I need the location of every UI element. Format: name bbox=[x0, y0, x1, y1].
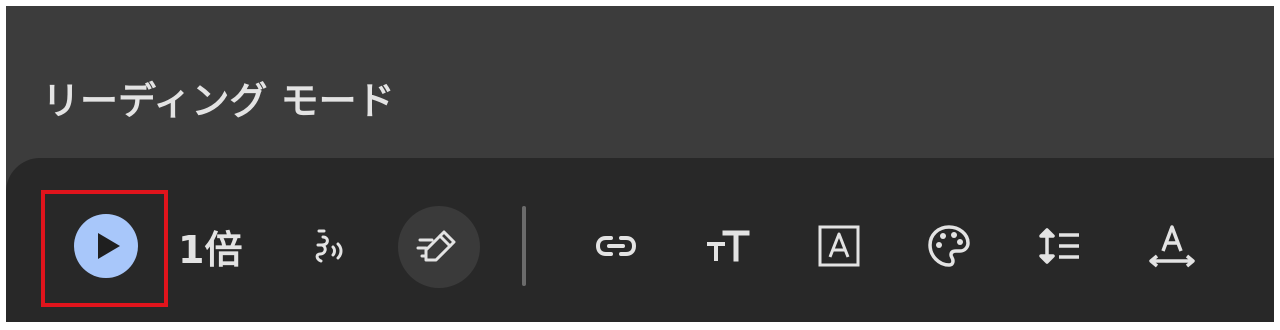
voice-button[interactable] bbox=[300, 216, 360, 276]
toolbar-divider bbox=[522, 206, 526, 286]
reading-mode-panel: リーディング モード 1倍 bbox=[6, 6, 1274, 322]
theme-button[interactable] bbox=[919, 216, 979, 276]
link-icon bbox=[595, 236, 637, 256]
letter-spacing-icon bbox=[1149, 225, 1195, 268]
line-spacing-button[interactable] bbox=[1030, 216, 1090, 276]
panel-title: リーディング モード bbox=[42, 79, 395, 123]
line-spacing-icon bbox=[1039, 228, 1079, 264]
font-button[interactable] bbox=[809, 216, 869, 276]
letter-spacing-button[interactable] bbox=[1142, 216, 1202, 276]
highlighter-button[interactable] bbox=[398, 206, 480, 288]
font-icon bbox=[818, 225, 860, 267]
speed-button[interactable]: 1倍 bbox=[178, 218, 242, 274]
palette-icon bbox=[928, 225, 970, 267]
links-button[interactable] bbox=[586, 216, 646, 276]
play-icon bbox=[98, 233, 120, 259]
reading-mode-toolbar: 1倍 bbox=[6, 158, 1274, 322]
font-size-button[interactable] bbox=[698, 216, 758, 276]
text-size-icon bbox=[707, 230, 750, 262]
voice-icon bbox=[315, 229, 343, 263]
play-button[interactable] bbox=[74, 214, 138, 278]
highlighter-icon bbox=[416, 230, 456, 262]
